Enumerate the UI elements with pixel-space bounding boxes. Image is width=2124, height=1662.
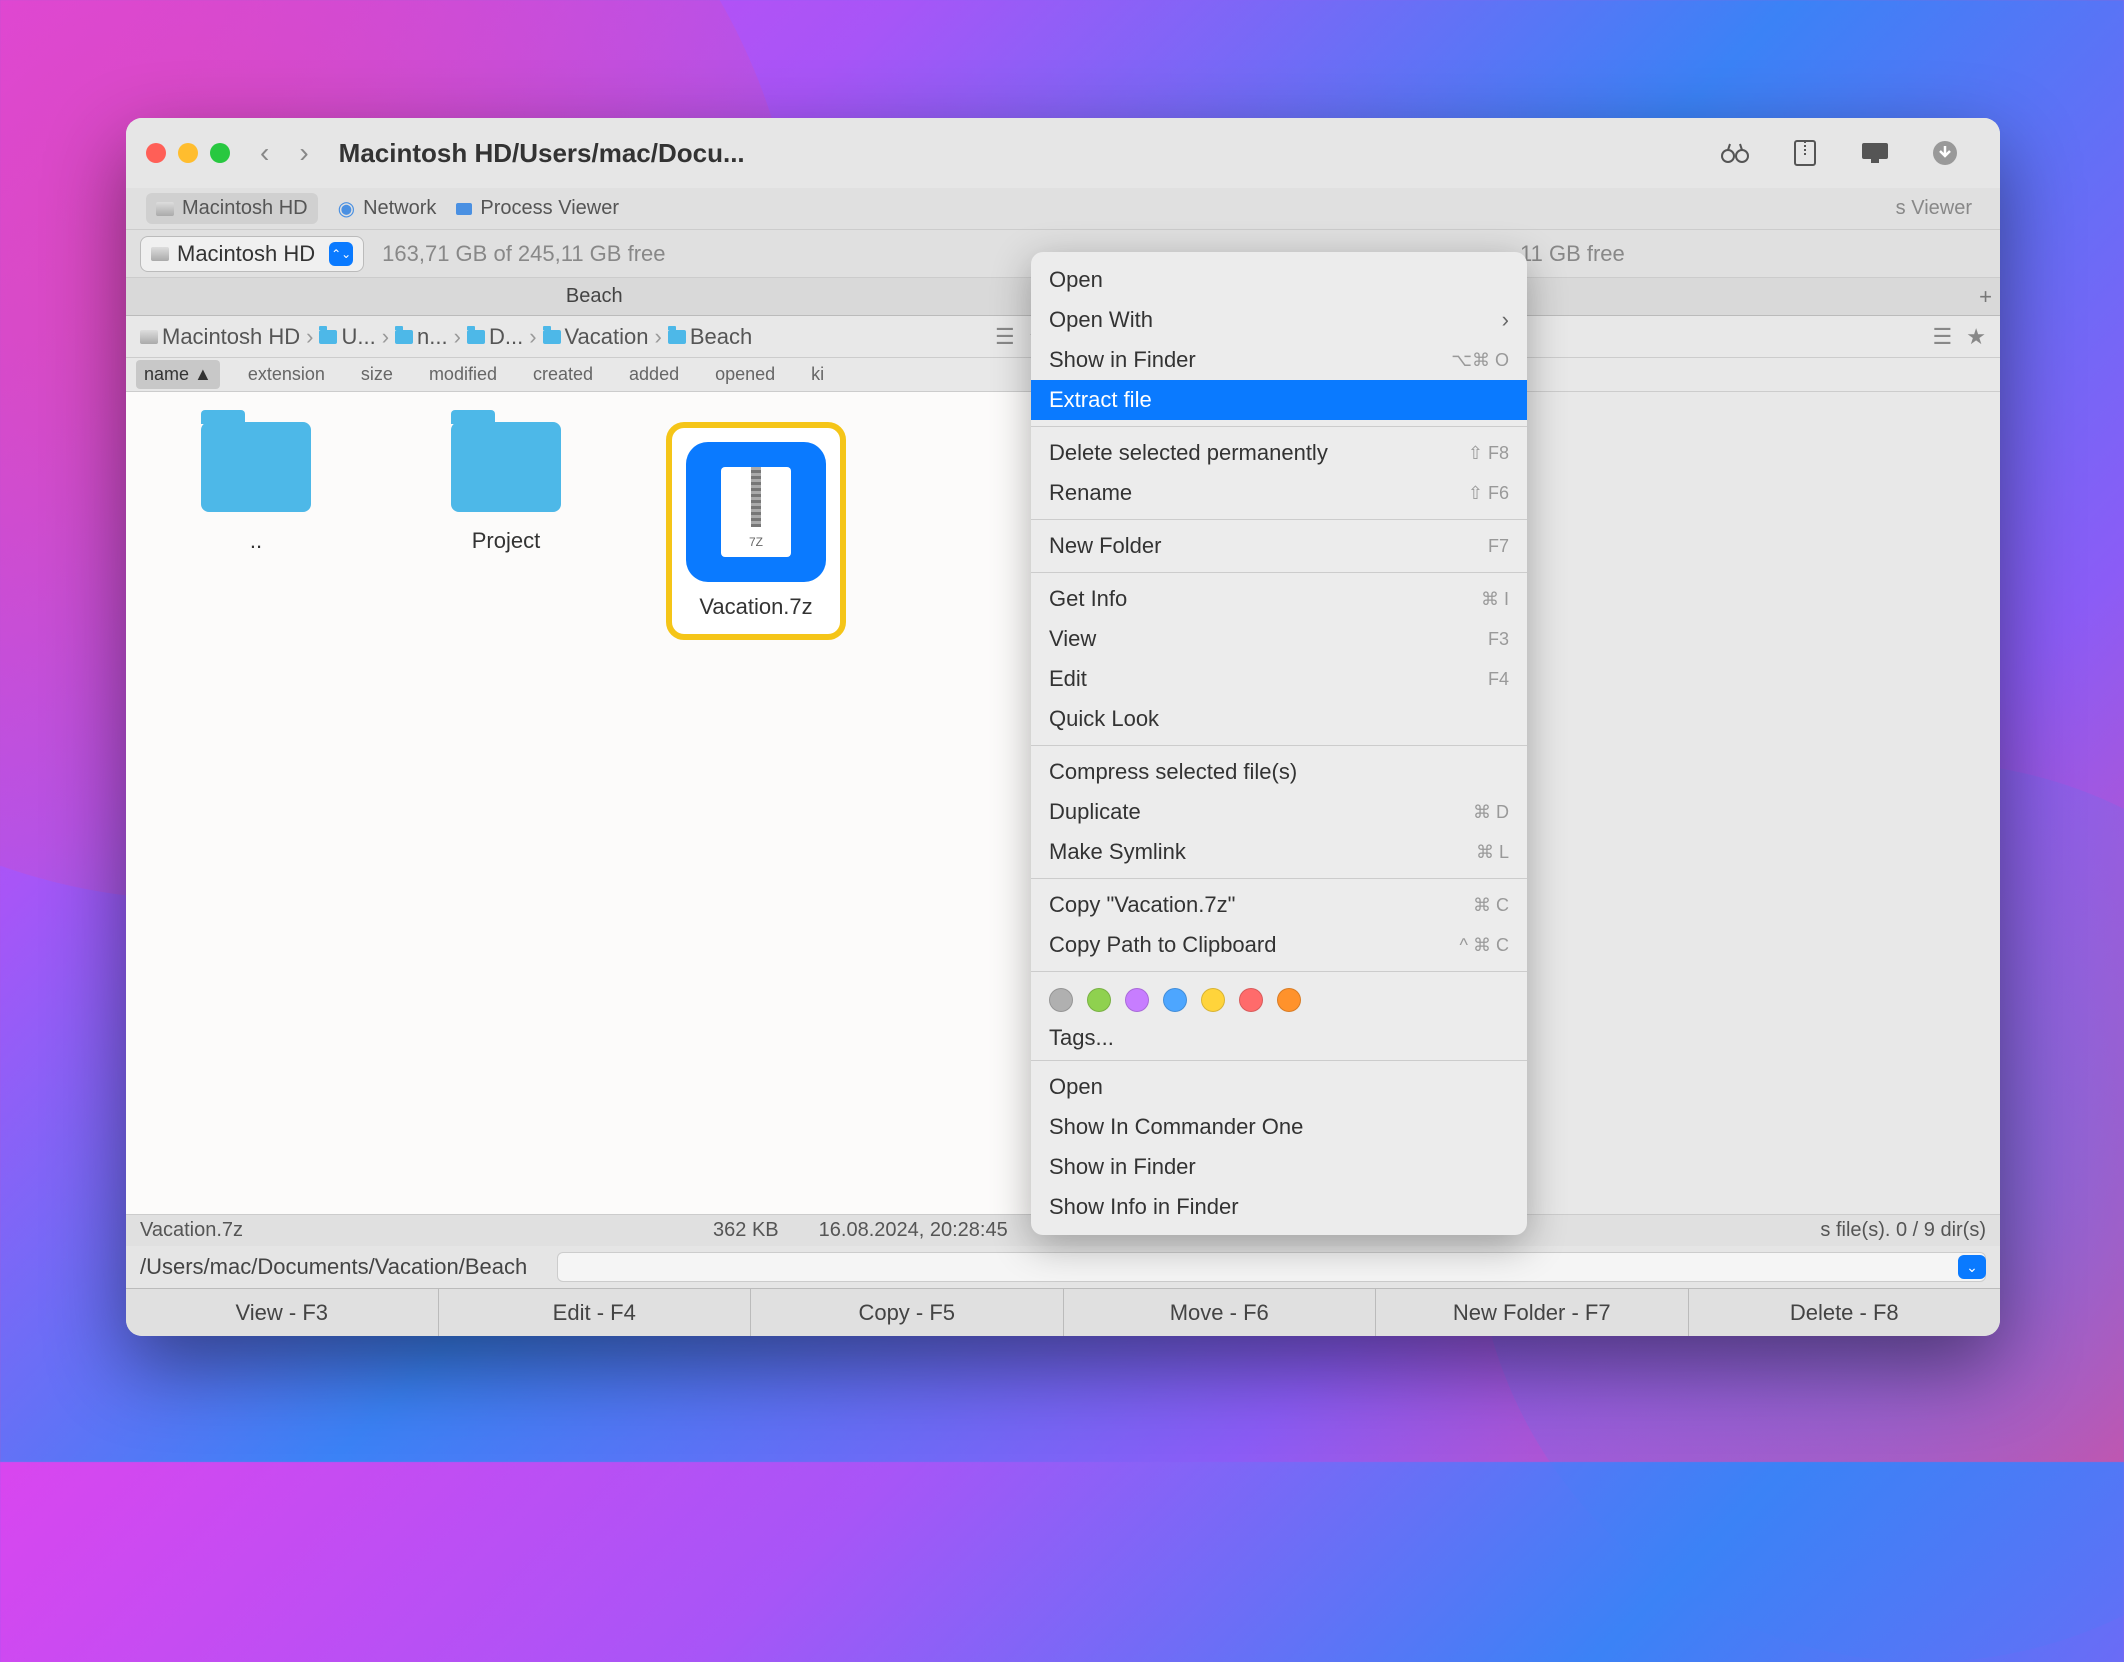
favorite-icon-right[interactable]: ★ <box>1966 324 1986 350</box>
cm-delete-permanently[interactable]: Delete selected permanently⇧ F8 <box>1031 433 1527 473</box>
fn-view[interactable]: View - F3 <box>126 1289 439 1336</box>
file-parent[interactable]: .. <box>166 422 346 554</box>
fn-copy[interactable]: Copy - F5 <box>751 1289 1064 1336</box>
file-project[interactable]: Project <box>416 422 596 554</box>
file-vacation-7z[interactable]: Vacation.7z <box>666 422 846 640</box>
col-size[interactable]: size <box>353 360 401 389</box>
view-list-icon[interactable]: ☰ <box>995 324 1015 350</box>
chevron-right-icon: › <box>1502 307 1509 333</box>
drive-free-right: 11 GB free <box>1520 241 1625 267</box>
bc-beach[interactable]: Beach <box>668 324 752 350</box>
cm-show-info-finder[interactable]: Show Info in Finder <box>1031 1187 1527 1227</box>
cm-open-with[interactable]: Open With› <box>1031 300 1527 340</box>
cm-copy-path[interactable]: Copy Path to Clipboard^ ⌘ C <box>1031 925 1527 965</box>
cm-duplicate[interactable]: Duplicate⌘ D <box>1031 792 1527 832</box>
drive-toggle-icon[interactable]: ⌃⌄ <box>329 242 353 266</box>
cm-quick-look[interactable]: Quick Look <box>1031 699 1527 739</box>
drive-free-left: 163,71 GB of 245,11 GB free <box>382 241 665 267</box>
cm-show-finder-2[interactable]: Show in Finder <box>1031 1147 1527 1187</box>
add-tab-button-right[interactable]: + <box>1979 284 1992 310</box>
tag-color[interactable] <box>1239 988 1263 1012</box>
tag-color[interactable] <box>1125 988 1149 1012</box>
location-hd[interactable]: Macintosh HD <box>146 193 318 224</box>
binoculars-icon[interactable] <box>1720 138 1750 168</box>
tag-color[interactable] <box>1201 988 1225 1012</box>
maximize-button[interactable] <box>210 143 230 163</box>
left-icon-grid: .. Project Vacation.7z <box>126 392 1063 1214</box>
traffic-lights <box>146 143 230 163</box>
path-text: /Users/mac/Documents/Vacation/Beach <box>140 1254 527 1280</box>
left-tab[interactable]: Beach + <box>126 278 1063 316</box>
cm-open-2[interactable]: Open <box>1031 1067 1527 1107</box>
monitor-icon[interactable] <box>1860 138 1890 168</box>
locations-bar: Macintosh HD ◉Network Process Viewer s V… <box>126 188 2000 230</box>
fn-edit[interactable]: Edit - F4 <box>439 1289 752 1336</box>
status-right: s file(s). 0 / 9 dir(s) <box>1820 1219 1986 1242</box>
close-button[interactable] <box>146 143 166 163</box>
bc-docs[interactable]: D... <box>467 324 523 350</box>
window-title: Macintosh HD/Users/mac/Docu... <box>339 138 1720 169</box>
status-size: 362 KB <box>713 1219 779 1242</box>
col-added[interactable]: added <box>621 360 687 389</box>
fn-move[interactable]: Move - F6 <box>1064 1289 1377 1336</box>
cm-tags-row <box>1031 978 1527 1022</box>
context-menu: Open Open With› Show in Finder⌥⌘ O Extra… <box>1031 252 1527 1235</box>
function-bar: View - F3 Edit - F4 Copy - F5 Move - F6 … <box>126 1288 2000 1336</box>
left-breadcrumb: Macintosh HD› U...› n...› D...› Vacation… <box>126 316 1063 358</box>
folder-icon <box>201 422 311 512</box>
folder-icon <box>451 422 561 512</box>
drive-select[interactable]: Macintosh HD ⌃⌄ <box>140 236 364 272</box>
location-network[interactable]: ◉Network <box>338 196 437 221</box>
location-process-viewer[interactable]: Process Viewer <box>456 197 619 220</box>
cm-show-finder[interactable]: Show in Finder⌥⌘ O <box>1031 340 1527 380</box>
cm-copy-name[interactable]: Copy "Vacation.7z"⌘ C <box>1031 885 1527 925</box>
bc-vacation[interactable]: Vacation <box>543 324 649 350</box>
tag-color[interactable] <box>1049 988 1073 1012</box>
cm-open[interactable]: Open <box>1031 260 1527 300</box>
status-date: 16.08.2024, 20:28:45 <box>819 1219 1008 1242</box>
path-input[interactable] <box>557 1252 1986 1282</box>
col-name[interactable]: name ▲ <box>136 360 220 389</box>
fn-new-folder[interactable]: New Folder - F7 <box>1376 1289 1689 1336</box>
cm-symlink[interactable]: Make Symlink⌘ L <box>1031 832 1527 872</box>
minimize-button[interactable] <box>178 143 198 163</box>
download-icon[interactable] <box>1930 138 1960 168</box>
col-kind[interactable]: ki <box>803 360 832 389</box>
archive-icon[interactable] <box>1790 138 1820 168</box>
cm-edit[interactable]: EditF4 <box>1031 659 1527 699</box>
cm-tags-label[interactable]: Tags... <box>1031 1022 1527 1054</box>
status-filename: Vacation.7z <box>140 1219 243 1242</box>
cm-get-info[interactable]: Get Info⌘ I <box>1031 579 1527 619</box>
bc-mac[interactable]: n... <box>395 324 448 350</box>
cm-view[interactable]: ViewF3 <box>1031 619 1527 659</box>
cm-show-commander[interactable]: Show In Commander One <box>1031 1107 1527 1147</box>
titlebar: ‹ › Macintosh HD/Users/mac/Docu... <box>126 118 2000 188</box>
cm-rename[interactable]: Rename⇧ F6 <box>1031 473 1527 513</box>
fn-delete[interactable]: Delete - F8 <box>1689 1289 2001 1336</box>
tag-color[interactable] <box>1087 988 1111 1012</box>
cm-compress[interactable]: Compress selected file(s) <box>1031 752 1527 792</box>
left-pane: Beach + Macintosh HD› U...› n...› D...› … <box>126 278 1064 1214</box>
col-created[interactable]: created <box>525 360 601 389</box>
tag-color[interactable] <box>1277 988 1301 1012</box>
left-columns: name ▲ extension size modified created a… <box>126 358 1063 392</box>
bc-hd[interactable]: Macintosh HD <box>140 324 300 350</box>
app-window: ‹ › Macintosh HD/Users/mac/Docu... Macin… <box>126 118 2000 1336</box>
bc-users[interactable]: U... <box>319 324 375 350</box>
col-modified[interactable]: modified <box>421 360 505 389</box>
tag-color[interactable] <box>1163 988 1187 1012</box>
path-bar: /Users/mac/Documents/Vacation/Beach ⌄ <box>126 1246 2000 1288</box>
cm-new-folder[interactable]: New FolderF7 <box>1031 526 1527 566</box>
cm-extract-file[interactable]: Extract file <box>1031 380 1527 420</box>
view-list-icon-right[interactable]: ☰ <box>1933 324 1953 350</box>
col-extension[interactable]: extension <box>240 360 333 389</box>
col-opened[interactable]: opened <box>707 360 783 389</box>
archive-file-icon <box>686 442 826 582</box>
forward-button[interactable]: › <box>299 137 308 169</box>
back-button[interactable]: ‹ <box>260 137 269 169</box>
location-right-visible: s Viewer <box>1896 197 1972 220</box>
path-toggle-icon[interactable]: ⌄ <box>1958 1255 1986 1279</box>
